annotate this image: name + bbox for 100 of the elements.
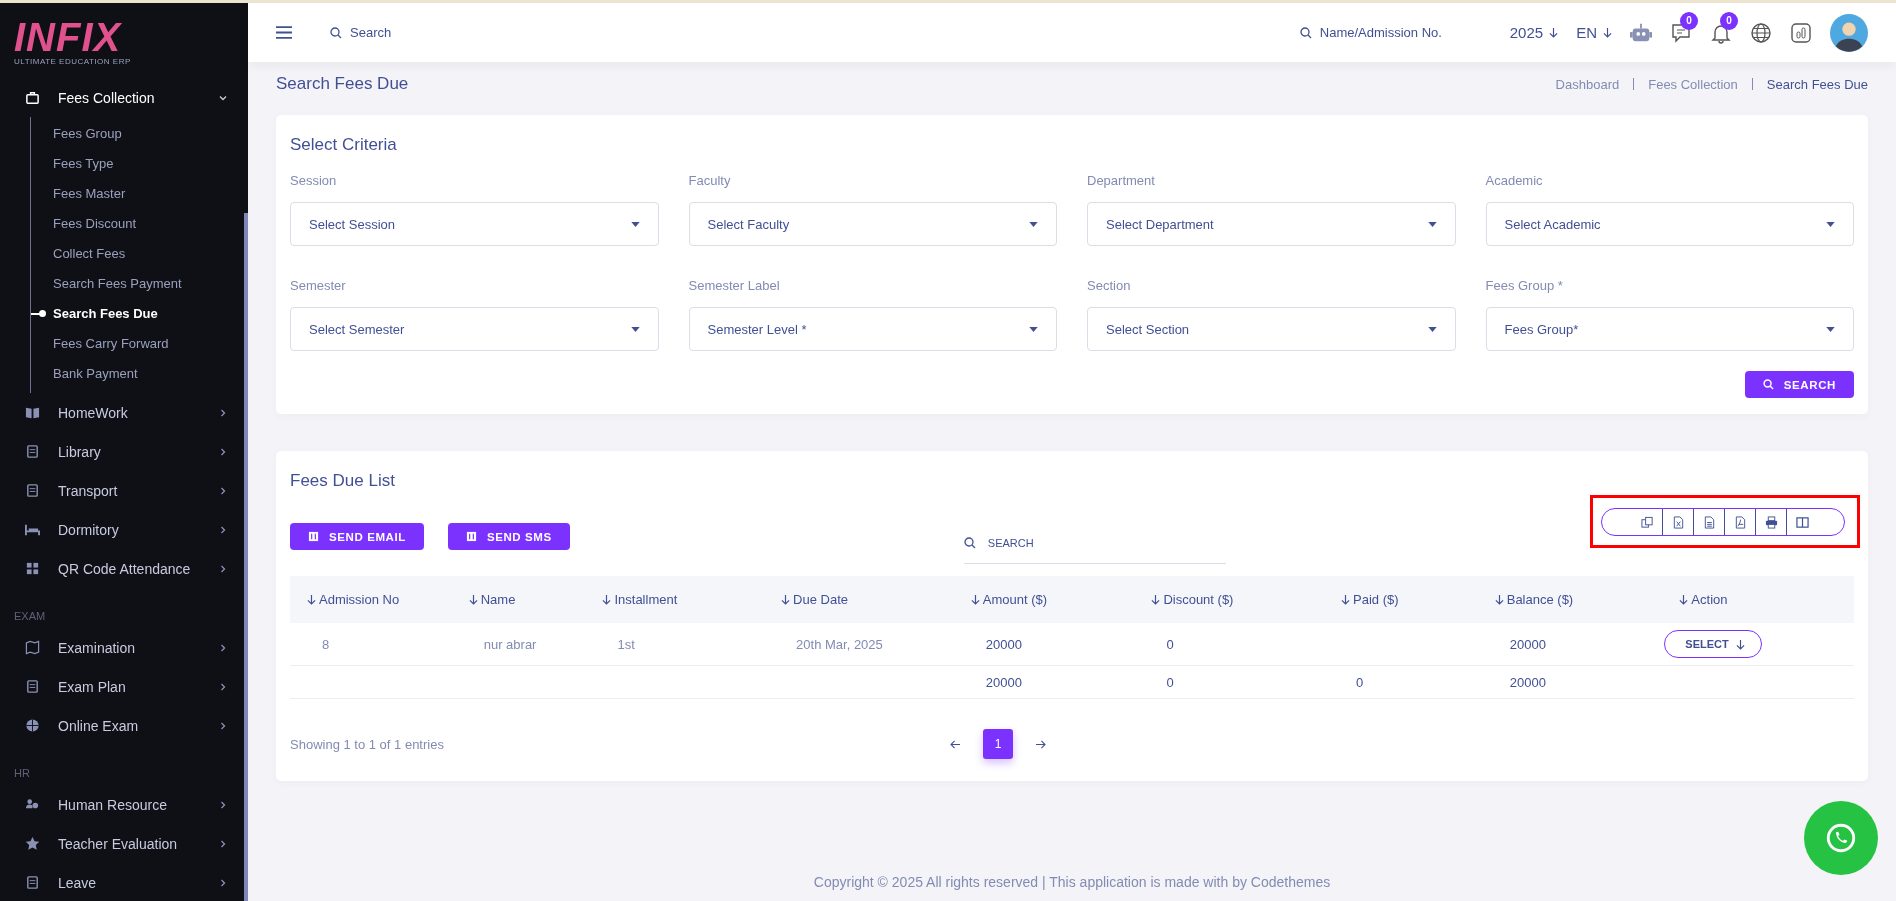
- search-icon: [1762, 379, 1774, 390]
- sidebar-subitem[interactable]: Fees Master: [31, 179, 248, 209]
- sidebar-subitem[interactable]: Fees Group: [31, 119, 248, 149]
- spreadsheet-file-icon: [1671, 515, 1685, 529]
- column-header[interactable]: Balance ($): [1477, 592, 1663, 607]
- sidebar-subitem[interactable]: Fees Carry Forward: [31, 329, 248, 359]
- column-header[interactable]: Admission No: [290, 592, 452, 607]
- breadcrumb-link[interactable]: Search Fees Due: [1766, 76, 1868, 92]
- search-icon: [963, 537, 976, 549]
- sort-arrow-icon: [1341, 594, 1350, 605]
- field-label: Semester: [290, 278, 346, 293]
- field-label: Faculty: [688, 173, 731, 188]
- sidebar-subitem[interactable]: Search Fees Due: [31, 299, 248, 329]
- select-dropdown-button[interactable]: SELECT: [1664, 630, 1762, 658]
- qr-icon: [25, 561, 40, 576]
- logo-text: INFIX: [14, 17, 122, 57]
- column-header[interactable]: Installment: [585, 592, 765, 607]
- send-button[interactable]: SEND EMAIL: [290, 523, 424, 550]
- logo-tagline: ULTIMATE EDUCATION ERP: [14, 57, 131, 66]
- sort-arrow-icon: [970, 594, 980, 605]
- year-dropdown[interactable]: 2025: [1509, 24, 1559, 41]
- select-field[interactable]: Select Faculty: [688, 202, 1057, 246]
- sidebar-item[interactable]: Exam Plan: [0, 667, 248, 706]
- field-label: Semester Label: [688, 278, 780, 293]
- globe-icon[interactable]: [1750, 21, 1772, 44]
- dropdown-caret-icon: [630, 326, 640, 332]
- search-icon: [330, 26, 342, 39]
- column-header[interactable]: Action: [1662, 592, 1854, 607]
- sidebar-item[interactable]: Human Resource: [0, 785, 248, 824]
- sidebar-subitem[interactable]: Fees Type: [31, 149, 248, 179]
- robot-icon[interactable]: [1630, 21, 1652, 44]
- bed-icon: [25, 522, 40, 537]
- scrollbar[interactable]: [244, 213, 248, 901]
- send-button[interactable]: SEND SMS: [447, 523, 570, 550]
- column-header[interactable]: Name: [451, 592, 586, 607]
- select-field[interactable]: Select Semester: [290, 307, 659, 351]
- select-field[interactable]: Semester Level *: [688, 307, 1057, 351]
- column-header[interactable]: Paid ($): [1324, 592, 1478, 607]
- search-button[interactable]: SEARCH: [1744, 371, 1854, 398]
- page-title: Search Fees Due: [276, 74, 409, 94]
- sidebar-subitem[interactable]: Search Fees Payment: [31, 269, 248, 299]
- arrow-down-icon: [1735, 638, 1745, 650]
- page-button[interactable]: 1: [983, 729, 1013, 759]
- chart-icon[interactable]: [1790, 21, 1812, 44]
- sidebar-subitem[interactable]: Fees Discount: [31, 209, 248, 239]
- next-page-icon[interactable]: [1035, 739, 1046, 749]
- sidebar-item[interactable]: Fees Collection: [0, 78, 248, 117]
- student-search-field[interactable]: Name/Admission No.: [1317, 24, 1472, 41]
- select-field[interactable]: Select Department: [1087, 202, 1456, 246]
- select-field[interactable]: Fees Group*: [1485, 307, 1854, 351]
- sidebar-item[interactable]: HomeWork: [0, 393, 248, 432]
- field-label: Academic: [1485, 173, 1543, 188]
- total-cell: 0: [1166, 674, 1174, 690]
- sidebar-item[interactable]: Library: [0, 432, 248, 471]
- dropdown-caret-icon: [1029, 221, 1038, 227]
- field-label: Session: [290, 173, 337, 188]
- globe-icon: [25, 718, 40, 733]
- menu-icon[interactable]: [276, 26, 292, 39]
- table-cell: 8: [322, 636, 330, 652]
- previous-page-icon[interactable]: [950, 739, 961, 749]
- card-title: Select Criteria: [290, 135, 398, 155]
- sort-arrow-icon: [1494, 594, 1504, 605]
- phone-icon: [1824, 821, 1858, 855]
- search-icon: [1299, 26, 1312, 39]
- chevron-icon: [218, 485, 228, 496]
- sort-arrow-icon: [781, 594, 791, 605]
- chevron-icon: [218, 407, 228, 418]
- map-icon: [25, 640, 40, 655]
- sort-arrow-icon: [1151, 594, 1161, 605]
- sidebar-item[interactable]: Leave: [0, 863, 248, 901]
- arrow-down-icon: [1549, 27, 1559, 38]
- sidebar-item[interactable]: Online Exam: [0, 706, 248, 745]
- chevron-icon: [218, 681, 228, 692]
- field-label: Section: [1087, 278, 1131, 293]
- table-cell: 20000: [1509, 636, 1546, 652]
- select-field[interactable]: Select Academic: [1485, 202, 1854, 246]
- card-title: Fees Due List: [290, 471, 396, 491]
- chevron-icon: [218, 838, 228, 849]
- table-cell: 0: [1166, 636, 1174, 652]
- sidebar-item[interactable]: Examination: [0, 628, 248, 667]
- language-dropdown[interactable]: EN: [1576, 24, 1612, 41]
- sidebar-item[interactable]: Teacher Evaluation: [0, 824, 248, 863]
- column-header[interactable]: Discount ($): [1134, 592, 1324, 607]
- entries-info: Showing 1 to 1 of 1 entries: [290, 736, 445, 752]
- sidebar-item[interactable]: Transport: [0, 471, 248, 510]
- dropdown-caret-icon: [630, 221, 640, 227]
- print-icon: [1764, 515, 1778, 529]
- sidebar-subitem[interactable]: Collect Fees: [31, 239, 248, 269]
- sidebar-subitem[interactable]: Bank Payment: [31, 359, 248, 389]
- column-header[interactable]: Due Date: [764, 592, 954, 607]
- select-field[interactable]: Select Section: [1087, 307, 1456, 351]
- sidebar-item[interactable]: Dormitory: [0, 510, 248, 549]
- chevron-icon: [218, 524, 228, 535]
- column-header[interactable]: Amount ($): [953, 592, 1135, 607]
- select-field[interactable]: Select Session: [290, 202, 659, 246]
- avatar-icon[interactable]: [1830, 13, 1868, 52]
- arrow-down-icon: [1603, 27, 1612, 38]
- sidebar-item[interactable]: QR Code Attendance: [0, 549, 248, 588]
- dropdown-caret-icon: [1826, 221, 1835, 227]
- search-field[interactable]: Search: [348, 24, 492, 41]
